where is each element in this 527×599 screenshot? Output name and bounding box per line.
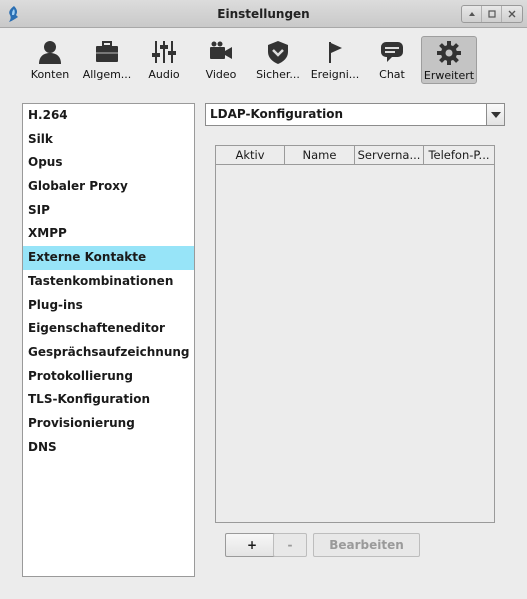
nav-item-opus[interactable]: Opus [23, 151, 194, 175]
tab-chat[interactable]: Chat [364, 36, 420, 84]
nav-item-protokollierung[interactable]: Protokollierung [23, 365, 194, 389]
toolbar: Konten Allgem... Audio Video Sicher... E… [0, 30, 527, 88]
chat-bubble-icon [381, 42, 403, 62]
nav-item-provisionierung[interactable]: Provisionierung [23, 412, 194, 436]
window-title: Einstellungen [217, 7, 310, 21]
config-type-value: LDAP-Konfiguration [210, 107, 344, 121]
tab-allgemein[interactable]: Allgem... [79, 36, 135, 84]
nav-item-tls-konfiguration[interactable]: TLS-Konfiguration [23, 388, 194, 412]
column-header-name[interactable]: Name [285, 146, 355, 165]
contact-sources-table: Aktiv Name Serverna... Telefon-P... [215, 145, 495, 523]
gear-icon [437, 41, 461, 65]
shield-icon [268, 41, 288, 64]
add-button[interactable]: + [225, 533, 279, 557]
chevron-down-icon[interactable] [486, 104, 504, 125]
nav-item-xmpp[interactable]: XMPP [23, 222, 194, 246]
nav-item-plug-ins[interactable]: Plug-ins [23, 294, 194, 318]
tab-video[interactable]: Video [193, 36, 249, 84]
user-icon [39, 41, 61, 64]
nav-item-globaler-proxy[interactable]: Globaler Proxy [23, 175, 194, 199]
nav-item-tastenkombinationen[interactable]: Tastenkombinationen [23, 270, 194, 294]
nav-item-eigenschafteneditor[interactable]: Eigenschafteneditor [23, 317, 194, 341]
tab-konten[interactable]: Konten [22, 36, 78, 84]
tab-erweitert[interactable]: Erweitert [421, 36, 477, 84]
equalizer-icon [152, 41, 176, 63]
tab-audio[interactable]: Audio [136, 36, 192, 84]
close-icon[interactable] [502, 6, 522, 22]
maximize-up-icon[interactable] [462, 6, 482, 22]
column-header-servername[interactable]: Serverna... [355, 146, 424, 165]
nav-item-silk[interactable]: Silk [23, 128, 194, 152]
restore-icon[interactable] [482, 6, 502, 22]
column-header-aktiv[interactable]: Aktiv [216, 146, 285, 165]
edit-button[interactable]: Bearbeiten [313, 533, 420, 557]
nav-item-dns[interactable]: DNS [23, 436, 194, 460]
tab-ereignisse[interactable]: Ereigni... [307, 36, 363, 84]
column-header-telefon[interactable]: Telefon-P... [424, 146, 494, 165]
config-type-select[interactable]: LDAP-Konfiguration [205, 103, 505, 126]
nav-item-externe-kontakte[interactable]: Externe Kontakte [23, 246, 194, 270]
briefcase-icon [96, 41, 118, 62]
nav-item-h264[interactable]: H.264 [23, 104, 194, 128]
nav-item-sip[interactable]: SIP [23, 199, 194, 223]
table-header: Aktiv Name Serverna... Telefon-P... [216, 146, 494, 165]
window-controls [461, 5, 523, 23]
tab-sicherheit[interactable]: Sicher... [250, 36, 306, 84]
settings-category-list: H.264 Silk Opus Globaler Proxy SIP XMPP … [22, 103, 195, 577]
remove-button[interactable]: - [273, 533, 307, 557]
camera-icon [210, 41, 232, 59]
flag-icon [329, 42, 342, 63]
nav-item-gespraechsaufzeichnung[interactable]: Gesprächsaufzeichnung [23, 341, 194, 365]
title-bar: Einstellungen [0, 0, 527, 28]
